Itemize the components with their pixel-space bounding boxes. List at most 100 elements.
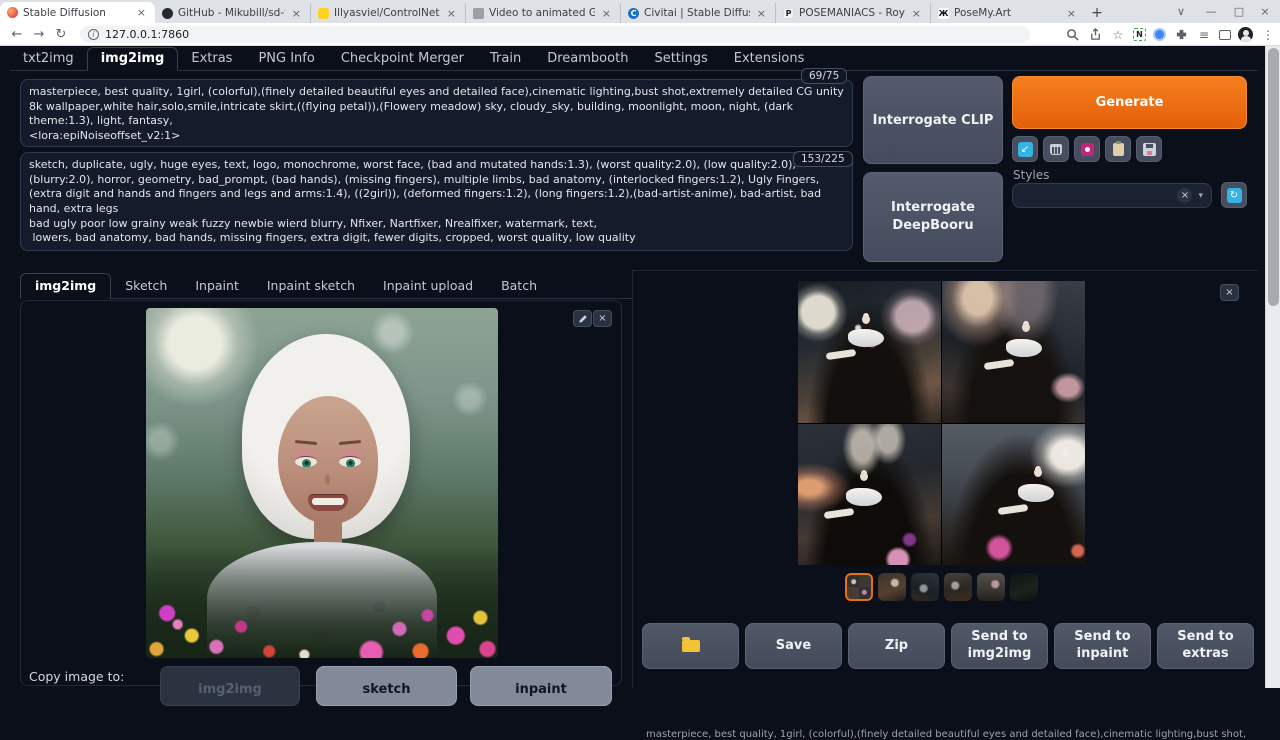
tab-mode-sketch[interactable]: Sketch: [111, 274, 181, 298]
gallery-thumbnail-6[interactable]: [1010, 573, 1038, 601]
extensions-puzzle-icon[interactable]: [1173, 27, 1189, 43]
reload-icon[interactable]: ↻: [50, 27, 72, 42]
copy-image-row: Copy image to: img2img sketch inpaint: [0, 664, 632, 688]
browser-tab-github[interactable]: GitHub - Mikubill/sd-webui-con ×: [155, 3, 310, 23]
address-bar[interactable]: i 127.0.0.1:7860: [80, 26, 1030, 43]
gallery-thumbnail-strip: [845, 573, 1038, 601]
tab-close-icon[interactable]: ×: [135, 6, 148, 19]
browser-tab-title: Video to animated GIF converter: [489, 7, 595, 19]
back-icon[interactable]: ←: [6, 27, 28, 42]
img2img-image-panel: ×: [20, 300, 622, 686]
tab-dreambooth[interactable]: Dreambooth: [534, 48, 641, 70]
clear-styles-icon[interactable]: ×: [1177, 188, 1192, 203]
tab-close-icon[interactable]: ×: [290, 7, 303, 20]
tab-close-icon[interactable]: ×: [755, 7, 768, 20]
clear-prompt-button[interactable]: [1043, 136, 1069, 162]
copy-to-inpaint-button[interactable]: inpaint: [470, 666, 612, 706]
tab-extras[interactable]: Extras: [178, 48, 245, 70]
tab-close-icon[interactable]: ×: [1065, 7, 1078, 20]
save-style-button[interactable]: [1136, 136, 1162, 162]
source-image[interactable]: [146, 308, 498, 658]
tab-mode-inpaint-upload[interactable]: Inpaint upload: [369, 274, 487, 298]
window-minimize-button[interactable]: —: [1198, 0, 1224, 23]
browser-tab-controlnet[interactable]: Illyasviel/ControlNet at main ×: [310, 3, 465, 23]
negative-prompt-input[interactable]: sketch, duplicate, ugly, huge eyes, text…: [20, 152, 853, 251]
browser-tab-title: Civitai | Stable Diffusion model: [644, 7, 750, 19]
tab-settings[interactable]: Settings: [641, 48, 720, 70]
posemaniacs-favicon: P: [783, 8, 794, 19]
refresh-styles-button[interactable]: ↻: [1221, 182, 1247, 208]
gallery-thumbnail-5[interactable]: [977, 573, 1005, 601]
tab-txt2img[interactable]: txt2img: [10, 48, 87, 70]
read-params-button[interactable]: ↙: [1012, 136, 1038, 162]
generate-button[interactable]: Generate: [1012, 76, 1247, 129]
new-tab-button[interactable]: +: [1085, 3, 1109, 23]
open-folder-button[interactable]: [642, 623, 739, 669]
gallery-image-3[interactable]: [798, 424, 941, 566]
page-scrollbar[interactable]: [1265, 46, 1280, 688]
styles-dropdown[interactable]: × ▾: [1012, 183, 1212, 208]
prompt-input[interactable]: masterpiece, best quality, 1girl, (color…: [20, 79, 853, 147]
tab-mode-inpaint[interactable]: Inpaint: [181, 274, 253, 298]
tab-img2img[interactable]: img2img: [87, 47, 179, 71]
extension-blue-icon[interactable]: [1153, 28, 1166, 41]
tab-extensions[interactable]: Extensions: [721, 48, 818, 70]
tab-list-icon[interactable]: ≡: [1196, 27, 1212, 43]
gallery-image-1[interactable]: [798, 281, 941, 423]
gallery-thumbnail-3[interactable]: [911, 573, 939, 601]
apply-styles-button[interactable]: [1105, 136, 1131, 162]
gallery-close-button[interactable]: ×: [1220, 284, 1239, 301]
scrollbar-thumb[interactable]: [1268, 48, 1279, 306]
tab-mode-batch[interactable]: Batch: [487, 274, 551, 298]
save-button[interactable]: Save: [745, 623, 842, 669]
tab-png-info[interactable]: PNG Info: [245, 48, 327, 70]
gallery-thumbnail-1[interactable]: [845, 573, 873, 601]
send-to-img2img-button[interactable]: Send to img2img: [951, 623, 1048, 669]
browser-tab-posemaniacs[interactable]: P POSEMANIACS - Royalty free 3 ×: [775, 3, 930, 23]
gallery-image-2[interactable]: [942, 281, 1085, 423]
window-maximize-button[interactable]: □: [1226, 0, 1252, 23]
tab-close-icon[interactable]: ×: [910, 7, 923, 20]
gallery-thumbnail-4[interactable]: [944, 573, 972, 601]
send-to-extras-button[interactable]: Send to extras: [1157, 623, 1254, 669]
menu-dots-icon[interactable]: ⋮: [1260, 27, 1276, 43]
tab-close-icon[interactable]: ×: [600, 7, 613, 20]
extra-networks-button[interactable]: [1074, 136, 1100, 162]
edit-image-button[interactable]: [573, 310, 592, 327]
tab-train[interactable]: Train: [477, 48, 534, 70]
interrogate-clip-button[interactable]: Interrogate CLIP: [863, 76, 1003, 164]
browser-tab-title: Illyasviel/ControlNet at main: [334, 7, 440, 19]
gallery-image-detail: [1034, 468, 1042, 477]
zip-button[interactable]: Zip: [848, 623, 945, 669]
zoom-icon[interactable]: [1064, 27, 1080, 43]
gallery-image-detail: [1018, 484, 1054, 502]
window-close-button[interactable]: ×: [1252, 0, 1278, 23]
gallery-grid[interactable]: [798, 281, 1085, 565]
img2img-mode-tabs: img2img Sketch Inpaint Inpaint sketch In…: [20, 273, 632, 299]
gallery-image-detail: [998, 503, 1029, 514]
remove-image-button[interactable]: ×: [593, 310, 612, 327]
gallery-thumbnail-2[interactable]: [878, 573, 906, 601]
bookmark-star-icon[interactable]: ☆: [1110, 27, 1126, 43]
browser-tab-civitai[interactable]: C Civitai | Stable Diffusion model ×: [620, 3, 775, 23]
gallery-panel: ×: [632, 270, 1258, 688]
profile-avatar[interactable]: [1238, 27, 1253, 42]
copy-to-img2img-button: img2img: [160, 666, 300, 706]
copy-to-sketch-button[interactable]: sketch: [316, 666, 457, 706]
share-icon[interactable]: [1087, 27, 1103, 43]
gallery-image-4[interactable]: [942, 424, 1085, 566]
browser-tab-gif-converter[interactable]: Video to animated GIF converter ×: [465, 3, 620, 23]
interrogate-deepbooru-button[interactable]: Interrogate DeepBooru: [863, 172, 1003, 262]
extension-n-icon[interactable]: N: [1133, 28, 1146, 41]
side-panel-icon[interactable]: [1219, 30, 1231, 40]
browser-tab-stable-diffusion[interactable]: Stable Diffusion ×: [0, 2, 155, 23]
browser-tab-posemyart[interactable]: Ж PoseMy.Art ×: [930, 3, 1085, 23]
tab-mode-img2img[interactable]: img2img: [20, 273, 111, 299]
site-info-icon[interactable]: i: [88, 29, 99, 40]
tab-checkpoint-merger[interactable]: Checkpoint Merger: [328, 48, 477, 70]
tab-mode-inpaint-sketch[interactable]: Inpaint sketch: [253, 274, 369, 298]
forward-icon[interactable]: →: [28, 27, 50, 42]
tab-close-icon[interactable]: ×: [445, 7, 458, 20]
send-to-inpaint-button[interactable]: Send to inpaint: [1054, 623, 1151, 669]
window-menu-icon[interactable]: ∨: [1168, 0, 1194, 23]
